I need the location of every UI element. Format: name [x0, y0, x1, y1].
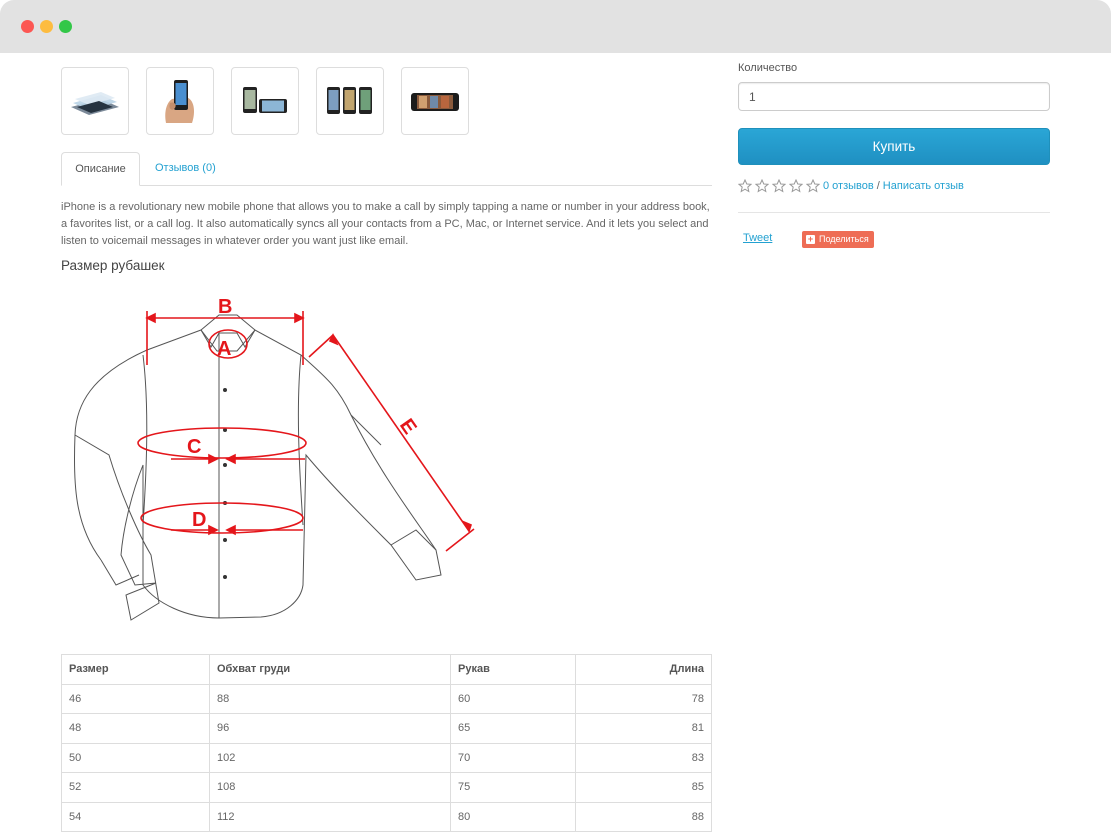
tab-description[interactable]: Описание — [61, 152, 140, 186]
tab-reviews[interactable]: Отзывов (0) — [141, 152, 230, 186]
plus-icon: + — [806, 234, 815, 244]
cell-length: 78 — [575, 683, 712, 714]
size-table: Размер Обхват груди Рукав Длина 46 88 60… — [61, 654, 712, 832]
table-row: 46 88 60 78 — [61, 683, 712, 714]
iphone-exploded-image — [71, 92, 119, 115]
shirt-buttons — [223, 388, 227, 579]
cell-length: 85 — [575, 772, 712, 803]
label-e: E — [395, 415, 421, 439]
cell-size: 52 — [61, 772, 210, 803]
product-description: iPhone is a revolutionary new mobile pho… — [61, 201, 710, 247]
label-c: C — [187, 436, 201, 458]
cell-size: 46 — [61, 683, 210, 714]
cell-chest: 112 — [209, 801, 451, 832]
header-chest: Обхват груди — [209, 654, 451, 685]
divider — [738, 212, 1050, 213]
close-window-dot[interactable] — [21, 20, 34, 33]
cell-chest: 102 — [209, 742, 451, 773]
cell-size: 48 — [61, 713, 210, 744]
header-sleeve: Рукав — [450, 654, 576, 685]
rating-row: 0 отзывов / Написать отзыв — [738, 179, 964, 193]
share-button-label: Поделиться — [819, 234, 869, 244]
product-thumbnail-1[interactable] — [61, 67, 129, 135]
quantity-label: Количество — [738, 62, 798, 74]
minimize-window-dot[interactable] — [40, 20, 53, 33]
product-thumbnail-4[interactable] — [316, 67, 384, 135]
cell-sleeve: 65 — [450, 713, 576, 744]
star-empty-icon[interactable] — [738, 179, 752, 193]
table-row: 48 96 65 81 — [61, 713, 712, 744]
iphones-pair-image — [243, 87, 287, 113]
label-a: A — [217, 338, 231, 360]
cell-sleeve: 60 — [450, 683, 576, 714]
star-empty-icon[interactable] — [789, 179, 803, 193]
shirt-size-diagram: B A C D E — [73, 296, 475, 621]
label-b: B — [218, 296, 232, 318]
write-review-link[interactable]: Написать отзыв — [883, 180, 964, 192]
measurement-lines — [137, 311, 475, 552]
buy-button[interactable]: Купить — [738, 128, 1050, 165]
product-thumbnail-2[interactable] — [146, 67, 214, 135]
header-length: Длина — [575, 654, 712, 685]
iphone-in-hand-image — [165, 80, 194, 123]
rating-separator: / — [876, 180, 880, 192]
table-row: 54 112 80 88 — [61, 801, 712, 832]
cell-length: 81 — [575, 713, 712, 744]
cell-chest: 96 — [209, 713, 451, 744]
share-button[interactable]: + Поделиться — [802, 231, 874, 248]
product-page: Описание Отзывов (0) iPhone is a revolut… — [0, 53, 1111, 832]
shirt-outline — [73, 314, 442, 621]
table-row: 52 108 75 85 — [61, 772, 712, 803]
cell-size: 50 — [61, 742, 210, 773]
quantity-input[interactable] — [738, 82, 1050, 111]
label-d: D — [192, 509, 206, 531]
product-thumbnail-3[interactable] — [231, 67, 299, 135]
cell-length: 83 — [575, 742, 712, 773]
size-section-title: Размер рубашек — [61, 258, 165, 273]
star-empty-icon[interactable] — [755, 179, 769, 193]
header-size: Размер — [61, 654, 210, 685]
tweet-link[interactable]: Tweet — [743, 232, 772, 244]
cell-size: 54 — [61, 801, 210, 832]
size-table-header: Размер Обхват груди Рукав Длина — [61, 654, 712, 685]
product-thumbnail-5[interactable] — [401, 67, 469, 135]
cell-sleeve: 75 — [450, 772, 576, 803]
browser-window-bar — [0, 0, 1111, 53]
cell-chest: 108 — [209, 772, 451, 803]
iphones-three-image — [327, 87, 372, 114]
maximize-window-dot[interactable] — [59, 20, 72, 33]
iphone-landscape-image — [411, 93, 459, 111]
cell-sleeve: 70 — [450, 742, 576, 773]
cell-length: 88 — [575, 801, 712, 832]
cell-chest: 88 — [209, 683, 451, 714]
product-tabs: Описание Отзывов (0) — [61, 152, 712, 186]
star-empty-icon[interactable] — [772, 179, 786, 193]
star-empty-icon[interactable] — [806, 179, 820, 193]
cell-sleeve: 80 — [450, 801, 576, 832]
table-row: 50 102 70 83 — [61, 742, 712, 773]
reviews-count-link[interactable]: 0 отзывов — [823, 180, 874, 192]
product-thumbnails — [61, 67, 469, 135]
